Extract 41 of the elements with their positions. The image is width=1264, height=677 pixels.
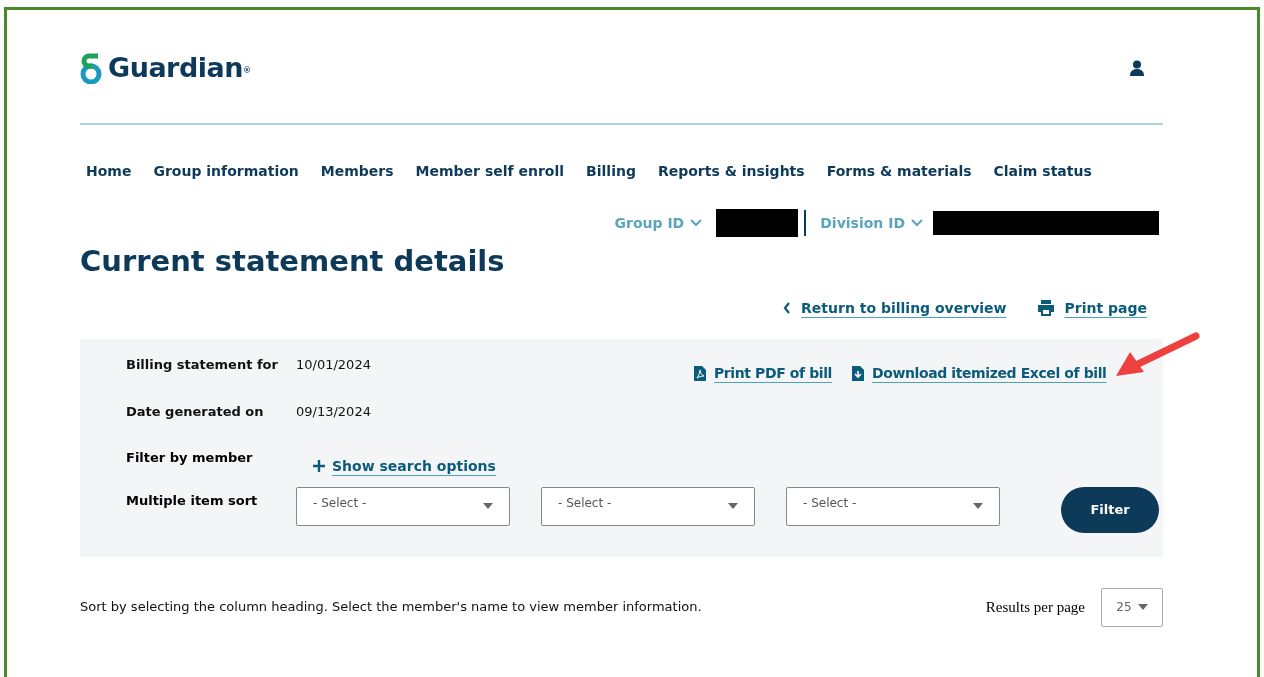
show-search-link[interactable]: Show search options [332,455,496,477]
nav-link[interactable]: Home [86,161,132,182]
nav-link[interactable]: Claim status [993,161,1092,182]
nav-link[interactable]: Members [320,161,394,182]
file-download-icon [852,365,865,381]
logo-text: Guardian$^{®}$ [108,50,251,85]
results-label: Results per page [985,597,1085,617]
field-value: 09/13/2024 [296,403,371,421]
nav-link[interactable]: Reports & insights [657,161,805,182]
nav-link[interactable]: Forms & materials [826,161,972,182]
nav-link[interactable]: Billing [586,161,636,182]
sort-select[interactable]: - Select - [541,486,755,526]
caret-icon [483,503,493,509]
sort-hint: Sort by selecting the column heading. Select the member's name to view member information. [80,598,702,617]
page-title: Current statement details [80,243,506,280]
logo-icon [80,52,102,84]
sort-select[interactable]: - Select - [296,486,510,526]
printer-icon [1036,300,1055,316]
pdf-file-icon [694,365,706,381]
page-link[interactable]: Return to billing overview [801,297,1007,319]
field-label: Billing statement for [126,355,279,374]
field-label: Multiple item sort [126,491,259,510]
chevron-left-icon [783,302,792,314]
filter-button[interactable]: Filter [1061,486,1159,533]
results-select[interactable]: 25 [1101,587,1163,627]
field-label: Date generated on [126,403,265,421]
user-icon[interactable] [1130,60,1144,76]
nav-link[interactable]: Member self enroll [415,161,565,182]
nav-link[interactable]: Group information [153,161,299,182]
chevron-down-icon [690,219,703,227]
file-link[interactable]: Print PDF of bill [714,362,833,384]
field-value: 10/01/2024 [296,355,371,374]
caret-icon [973,503,983,509]
plus-icon [312,459,326,473]
sort-select[interactable]: - Select - [786,486,1000,526]
page-link[interactable]: Print page [1064,297,1147,319]
file-link[interactable]: Download itemized Excel of bill [872,362,1107,384]
caret-icon [728,503,738,509]
field-label: Filter by member [126,448,254,467]
caret-icon [1137,604,1148,610]
chevron-down-icon [911,219,923,227]
